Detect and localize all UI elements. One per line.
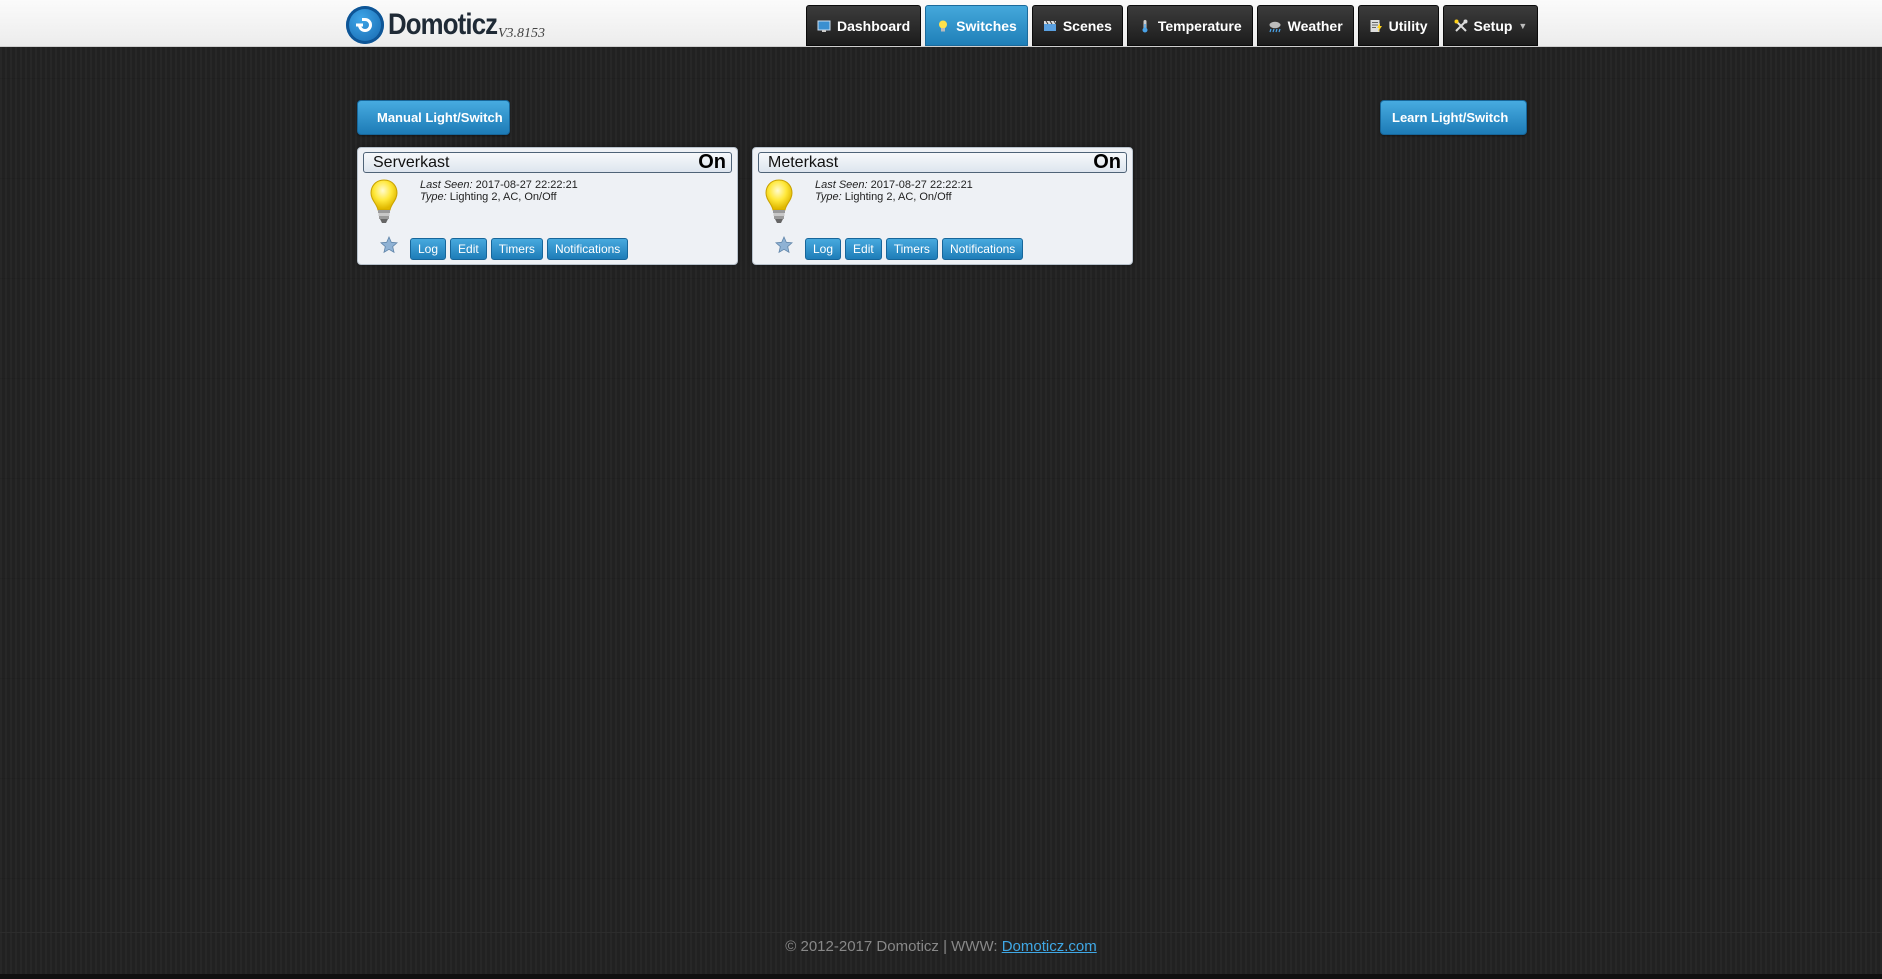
log-button[interactable]: Log xyxy=(805,238,842,260)
footer-copyright: © 2012-2017 Domoticz | WWW: xyxy=(785,938,998,955)
lightbulb-on-icon[interactable] xyxy=(763,178,795,226)
nav-label: Dashboard xyxy=(837,17,911,34)
last-seen-label: Last Seen: xyxy=(815,179,868,191)
weather-icon xyxy=(1268,19,1282,33)
lightbulb-icon xyxy=(936,19,950,33)
tools-icon xyxy=(1454,19,1468,33)
device-actions: Log Edit Timers Notifications xyxy=(410,238,629,260)
device-status: On xyxy=(1093,151,1121,173)
nav-label: Utility xyxy=(1388,17,1428,34)
bottom-strip xyxy=(0,974,1882,979)
timers-button[interactable]: Timers xyxy=(885,238,938,260)
app-name: Domoticz xyxy=(388,8,498,41)
domoticz-logo-icon xyxy=(346,6,384,44)
type-value: Lighting 2, AC, On/Off xyxy=(844,191,952,203)
manual-light-switch-button[interactable]: Manual Light/Switch xyxy=(357,100,510,135)
nav-label: Temperature xyxy=(1157,17,1242,34)
device-card-header: Serverkast On xyxy=(363,151,732,173)
app-version: V3.8153 xyxy=(498,26,546,41)
device-card: Meterkast On Last Seen: 2017-08-27 22:22… xyxy=(752,147,1133,265)
lightbulb-on-icon[interactable] xyxy=(368,178,400,226)
dashboard-icon xyxy=(817,19,831,33)
manual-light-switch-label: Manual Light/Switch xyxy=(377,110,503,125)
footer-link[interactable]: Domoticz.com xyxy=(1002,938,1097,955)
device-status: On xyxy=(698,151,726,173)
favorite-star-icon[interactable] xyxy=(380,235,398,254)
nav-dashboard[interactable]: Dashboard xyxy=(806,5,922,46)
last-seen-value: 2017-08-27 22:22:21 xyxy=(870,179,973,191)
thermometer-icon xyxy=(1138,19,1152,33)
nav-setup[interactable]: Setup ▼ xyxy=(1442,5,1539,46)
device-card: Serverkast On Last Seen: 2017-08-27 22:2… xyxy=(357,147,738,265)
utility-icon xyxy=(1369,19,1383,33)
nav-switches[interactable]: Switches xyxy=(925,5,1028,46)
notifications-button[interactable]: Notifications xyxy=(941,238,1024,260)
edit-button[interactable]: Edit xyxy=(845,238,882,260)
learn-light-switch-button[interactable]: Learn Light/Switch xyxy=(1380,100,1527,135)
main-nav: Dashboard Switches Scenes Temperature We… xyxy=(806,5,1539,46)
footer: © 2012-2017 Domoticz | WWW: Domoticz.com xyxy=(0,938,1882,955)
nav-label: Weather xyxy=(1287,17,1343,34)
type-value: Lighting 2, AC, On/Off xyxy=(449,191,557,203)
nav-label: Switches xyxy=(956,17,1017,34)
nav-label: Setup xyxy=(1473,17,1513,34)
device-actions: Log Edit Timers Notifications xyxy=(805,238,1024,260)
edit-button[interactable]: Edit xyxy=(450,238,487,260)
timers-button[interactable]: Timers xyxy=(490,238,543,260)
log-button[interactable]: Log xyxy=(410,238,447,260)
learn-light-switch-label: Learn Light/Switch xyxy=(1392,110,1509,125)
nav-scenes[interactable]: Scenes xyxy=(1031,5,1123,46)
nav-label: Scenes xyxy=(1062,17,1112,34)
device-card-header: Meterkast On xyxy=(758,151,1127,173)
top-navbar: Domoticz V3.8153 Dashboard Switches Scen… xyxy=(0,0,1882,47)
type-label: Type: xyxy=(420,191,447,203)
last-seen-label: Last Seen: xyxy=(420,179,473,191)
footer-divider xyxy=(0,932,1882,933)
app-logo[interactable]: Domoticz V3.8153 xyxy=(346,6,545,44)
scenes-icon xyxy=(1043,19,1057,33)
device-meta: Last Seen: 2017-08-27 22:22:21 Type: Lig… xyxy=(815,179,973,203)
notifications-button[interactable]: Notifications xyxy=(546,238,629,260)
type-label: Type: xyxy=(815,191,842,203)
last-seen-value: 2017-08-27 22:22:21 xyxy=(475,179,578,191)
nav-utility[interactable]: Utility xyxy=(1357,5,1439,46)
chevron-down-icon: ▼ xyxy=(1518,20,1528,31)
favorite-star-icon[interactable] xyxy=(775,235,793,254)
nav-weather[interactable]: Weather xyxy=(1256,5,1354,46)
device-name: Meterkast xyxy=(768,154,839,171)
nav-temperature[interactable]: Temperature xyxy=(1126,5,1253,46)
device-name: Serverkast xyxy=(373,154,450,171)
device-meta: Last Seen: 2017-08-27 22:22:21 Type: Lig… xyxy=(420,179,578,203)
